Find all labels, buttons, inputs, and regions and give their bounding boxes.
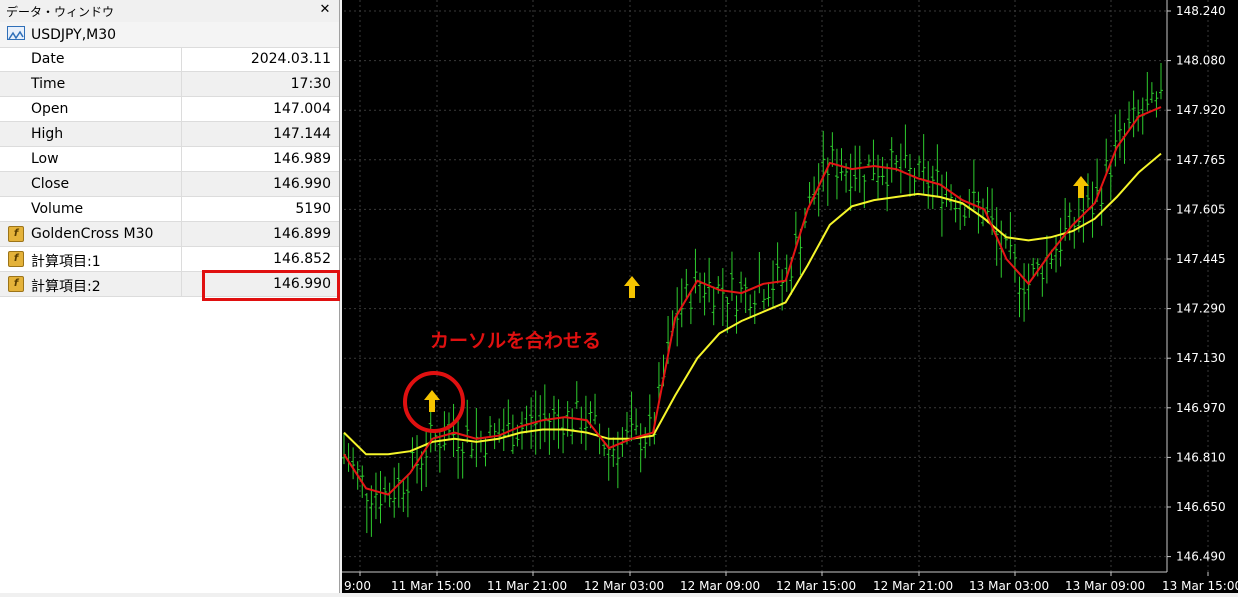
data-row-label: 計算項目:2 [31,279,101,295]
price-chart[interactable]: 148.240 148.080 147.920 147.765 147.605 147.4… [342,0,1238,593]
y-tick-label: 147.920 [1176,103,1226,117]
y-tick-label: 146.490 [1176,550,1226,564]
x-tick-label: 13 Mar 03:00 [969,579,1049,593]
y-tick-label: 147.765 [1176,153,1226,167]
data-row: High 147.144 [0,122,339,147]
data-row-value: 146.899 [273,226,331,242]
chart-line-icon [7,26,25,40]
column-divider [181,247,182,271]
indicator-icon: f [8,276,24,292]
data-window-panel: データ・ウィンドウ ✕ USDJPY,M30 Date 2024.03.11 Tim… [0,0,340,593]
indicator-icon: f [8,226,24,242]
data-row-value: 146.852 [273,251,331,267]
data-row-label: Volume [31,201,84,217]
symbol-label: USDJPY,M30 [31,27,117,43]
data-row: Low 146.989 [0,147,339,172]
column-divider [181,197,182,221]
data-row-label: Open [31,101,69,117]
x-tick-label: 11 Mar 15:00 [391,579,471,593]
chart-grid [344,0,1209,572]
close-icon[interactable]: ✕ [317,2,333,18]
highlight-box [202,270,340,301]
column-divider [181,47,182,71]
data-row-value: 17:30 [290,76,331,92]
y-tick-label: 147.445 [1176,252,1226,266]
buy-arrow-icon [624,276,640,298]
buy-arrow-icon [424,390,440,412]
data-row: Date 2024.03.11 [0,47,339,72]
y-tick-label: 146.970 [1176,401,1226,415]
arrow-shape [424,390,440,412]
column-divider [181,147,182,171]
data-row-label: High [31,126,64,142]
data-row: f 計算項目:1 146.852 [0,247,339,272]
y-tick-label: 146.810 [1176,450,1226,464]
x-tick-label: 12 Mar 09:00 [680,579,760,593]
x-tick-label: 12 Mar 21:00 [873,579,953,593]
data-row-value: 146.990 [273,176,331,192]
data-row-value: 146.989 [273,151,331,167]
data-row-value: 147.004 [273,101,331,117]
y-tick-label: 148.080 [1176,54,1226,68]
slow-ma-line [343,152,1162,456]
x-tick-label: 9:00 [344,579,371,593]
data-row-label: Low [31,151,59,167]
x-tick-label: 11 Mar 21:00 [487,579,567,593]
x-tick-label: 13 Mar 15:00 [1162,579,1238,593]
y-tick-label: 146.650 [1176,500,1226,514]
candles [342,63,1163,537]
column-divider [181,122,182,146]
data-row-label: Date [31,51,65,67]
column-divider [181,272,182,296]
column-divider [181,97,182,121]
y-tick-label: 148.240 [1176,4,1226,18]
data-row-value: 5190 [295,201,331,217]
data-row-label: 計算項目:1 [31,254,101,270]
indicator-icon: f [8,251,24,267]
arrow-shape [624,276,640,298]
data-row: Time 17:30 [0,72,339,97]
symbol-row: USDJPY,M30 [0,22,339,48]
data-window-title: データ・ウィンドウ [6,5,115,19]
fast-ma-line [343,106,1162,496]
annotation-label: カーソルを合わせる [430,329,601,352]
x-tick-label: 12 Mar 15:00 [776,579,856,593]
arrow-shape [1073,176,1089,198]
data-row-label: GoldenCross M30 [31,226,154,242]
y-tick-label: 147.290 [1176,302,1226,316]
data-row-label: Close [31,176,70,192]
x-tick-label: 12 Mar 03:00 [584,579,664,593]
column-divider [181,72,182,96]
data-row: f GoldenCross M30 146.899 [0,222,339,247]
column-divider [181,222,182,246]
buy-arrow-icon [1073,176,1089,198]
data-row-value: 147.144 [273,126,331,142]
data-row-value: 2024.03.11 [250,51,331,67]
data-row: Open 147.004 [0,97,339,122]
data-row: Close 146.990 [0,172,339,197]
x-tick-label: 13 Mar 09:00 [1065,579,1145,593]
column-divider [181,172,182,196]
data-window-titlebar: データ・ウィンドウ ✕ [0,0,339,23]
y-tick-label: 147.130 [1176,351,1226,365]
y-tick-label: 147.605 [1176,202,1226,216]
data-row: Volume 5190 [0,197,339,222]
data-row-label: Time [31,76,66,92]
